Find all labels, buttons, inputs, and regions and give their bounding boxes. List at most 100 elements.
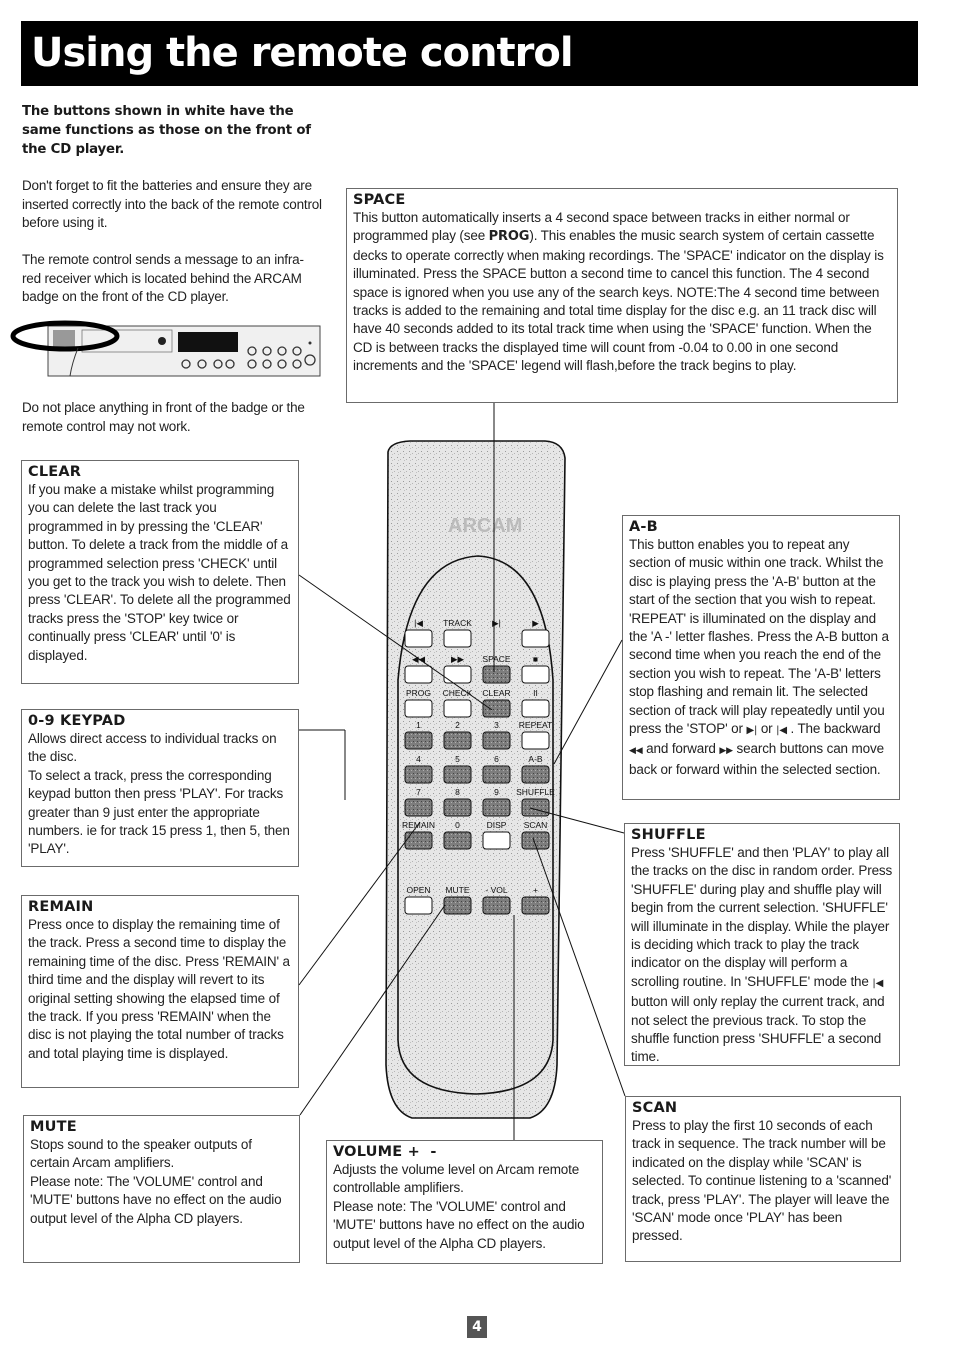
remote-key-play — [521, 629, 550, 648]
remote-key-label: REPEAT — [519, 720, 552, 730]
remote-key-prog — [404, 699, 433, 718]
remote-key-label: ▶| — [492, 618, 501, 628]
page-number: 4 — [467, 1316, 487, 1338]
remote-brand-logo: ARCAM — [448, 515, 522, 537]
scan-heading: SCAN — [632, 1100, 678, 1116]
callout-clear — [298, 574, 493, 711]
remote-key-5 — [443, 765, 472, 784]
remote-body — [385, 440, 566, 1119]
remote-key-space — [482, 665, 511, 684]
remote-key-1 — [404, 731, 433, 750]
remote-key-label: 5 — [455, 754, 460, 764]
volume-text-1: Adjusts the volume level on Arcam remote… — [333, 1162, 580, 1196]
keypad-text-2: To select a track, press the correspondi… — [28, 767, 290, 857]
callout-lines — [298, 403, 626, 1140]
arcam-badge — [53, 330, 75, 348]
space-text: This button automatically inserts a 4 se… — [353, 210, 884, 374]
section-scan: SCAN Press to play the first 10 seconds … — [625, 1096, 901, 1262]
callout-remain — [298, 821, 421, 986]
remote-key-fast-forward — [443, 665, 472, 684]
remote-key-label: TRACK — [443, 618, 472, 628]
remote-key-vol-down — [482, 896, 511, 915]
remote-key-0 — [443, 831, 472, 850]
tray-button — [158, 337, 166, 345]
a-b-heading: A-B — [629, 519, 658, 535]
remote-key-shuffle — [521, 798, 550, 817]
remote-key-a-b — [521, 765, 550, 784]
page-title: Using the remote control — [31, 30, 574, 76]
volume-heading: VOLUME + - — [333, 1144, 437, 1160]
prev-track-icon: |◀ — [776, 725, 787, 737]
clear-heading: CLEAR — [28, 464, 82, 480]
remote-key-label: 4 — [416, 754, 421, 764]
remote-key-rewind — [404, 665, 433, 684]
volume-text-2: Please note: The 'VOLUME' control and 'M… — [333, 1198, 585, 1251]
a-b-text: This button enables you to repeat any se… — [629, 537, 889, 777]
prog-reference: PROG — [488, 229, 530, 245]
section-remain: REMAIN Press once to display the remaini… — [21, 895, 299, 1088]
remote-key-label: 3 — [494, 720, 499, 730]
remote-key-next-track — [443, 629, 472, 648]
remote-key-label: ■ — [533, 654, 538, 664]
remote-key-label: SCAN — [524, 820, 548, 830]
remote-key-label: + — [533, 885, 538, 895]
remote-inner-outline — [397, 555, 554, 1095]
remote-key-mute — [443, 896, 472, 915]
remote-key-check — [443, 699, 472, 718]
remote-key-label: SHUFFLE — [516, 787, 555, 797]
remote-key-2 — [443, 731, 472, 750]
remote-key-label: 0 — [455, 820, 460, 830]
remote-key-label: ▶ — [532, 618, 539, 628]
remote-key-clear — [482, 699, 511, 718]
title-bar: Using the remote control — [21, 21, 918, 86]
remote-key-label: ▶▶ — [451, 654, 465, 664]
remote-key-label: 8 — [455, 787, 460, 797]
section-shuffle: SHUFFLE Press 'SHUFFLE' and then 'PLAY' … — [624, 823, 900, 1066]
space-heading: SPACE — [353, 192, 406, 208]
section-volume: VOLUME + - Adjusts the volume level on A… — [326, 1140, 603, 1264]
remote-key-scan — [521, 831, 550, 850]
remain-heading: REMAIN — [28, 899, 94, 915]
remote-key-label: SPACE — [482, 654, 511, 664]
remote-key-label: 6 — [494, 754, 499, 764]
next-track-icon: ▶| — [746, 725, 758, 737]
remote-key-4 — [404, 765, 433, 784]
prev-track-icon: |◀ — [872, 977, 884, 989]
mute-text-2: Please note: The 'VOLUME' control and 'M… — [30, 1173, 282, 1226]
remote-key-label: 2 — [455, 720, 460, 730]
shuffle-text: Press 'SHUFFLE' and then 'PLAY' to play … — [631, 845, 893, 1065]
power-led — [308, 341, 312, 345]
remote-key-7 — [404, 798, 433, 817]
remote-key-label: 7 — [416, 787, 421, 797]
remote-key-label: 9 — [494, 787, 499, 797]
remote-key-label: |◀ — [414, 618, 423, 628]
section-a-b: A-B This button enables you to repeat an… — [622, 515, 900, 800]
remain-text: Press once to display the remaining time… — [28, 917, 290, 1061]
remote-key-label: CLEAR — [482, 688, 510, 698]
receiver-note: The remote control sends a message to an… — [22, 252, 304, 304]
scan-text: Press to play the first 10 seconds of ea… — [632, 1118, 892, 1244]
fast-forward-icon: ▶▶ — [719, 746, 733, 757]
remote-key-3 — [482, 731, 511, 750]
remote-key-label: REMAIN — [402, 820, 435, 830]
remote-key-stop — [521, 665, 550, 684]
keypad-text-1: Allows direct access to individual track… — [28, 731, 277, 765]
display-window — [178, 332, 238, 352]
shuffle-heading: SHUFFLE — [631, 827, 706, 843]
battery-note: Don't forget to fit the batteries and en… — [22, 178, 322, 230]
remote-key-pause — [521, 699, 550, 718]
badge-warning: Do not place anything in front of the ba… — [22, 400, 305, 434]
remote-key-label: OPEN — [406, 885, 430, 895]
remote-key-label: ◀◀ — [412, 654, 426, 664]
remote-key-vol-up — [521, 896, 550, 915]
remote-key-label: A-B — [528, 754, 543, 764]
remote-key-label: CHECK — [443, 688, 473, 698]
remote-key-label: PROG — [406, 688, 431, 698]
remote-key-label: - VOL — [485, 885, 507, 895]
callout-mute — [299, 904, 446, 1116]
remote-key-repeat — [521, 731, 550, 750]
remote-key-9 — [482, 798, 511, 817]
remote-key-label: II — [533, 688, 538, 698]
remote-key-disp — [482, 831, 511, 850]
remote-key-prev-track — [404, 629, 433, 648]
